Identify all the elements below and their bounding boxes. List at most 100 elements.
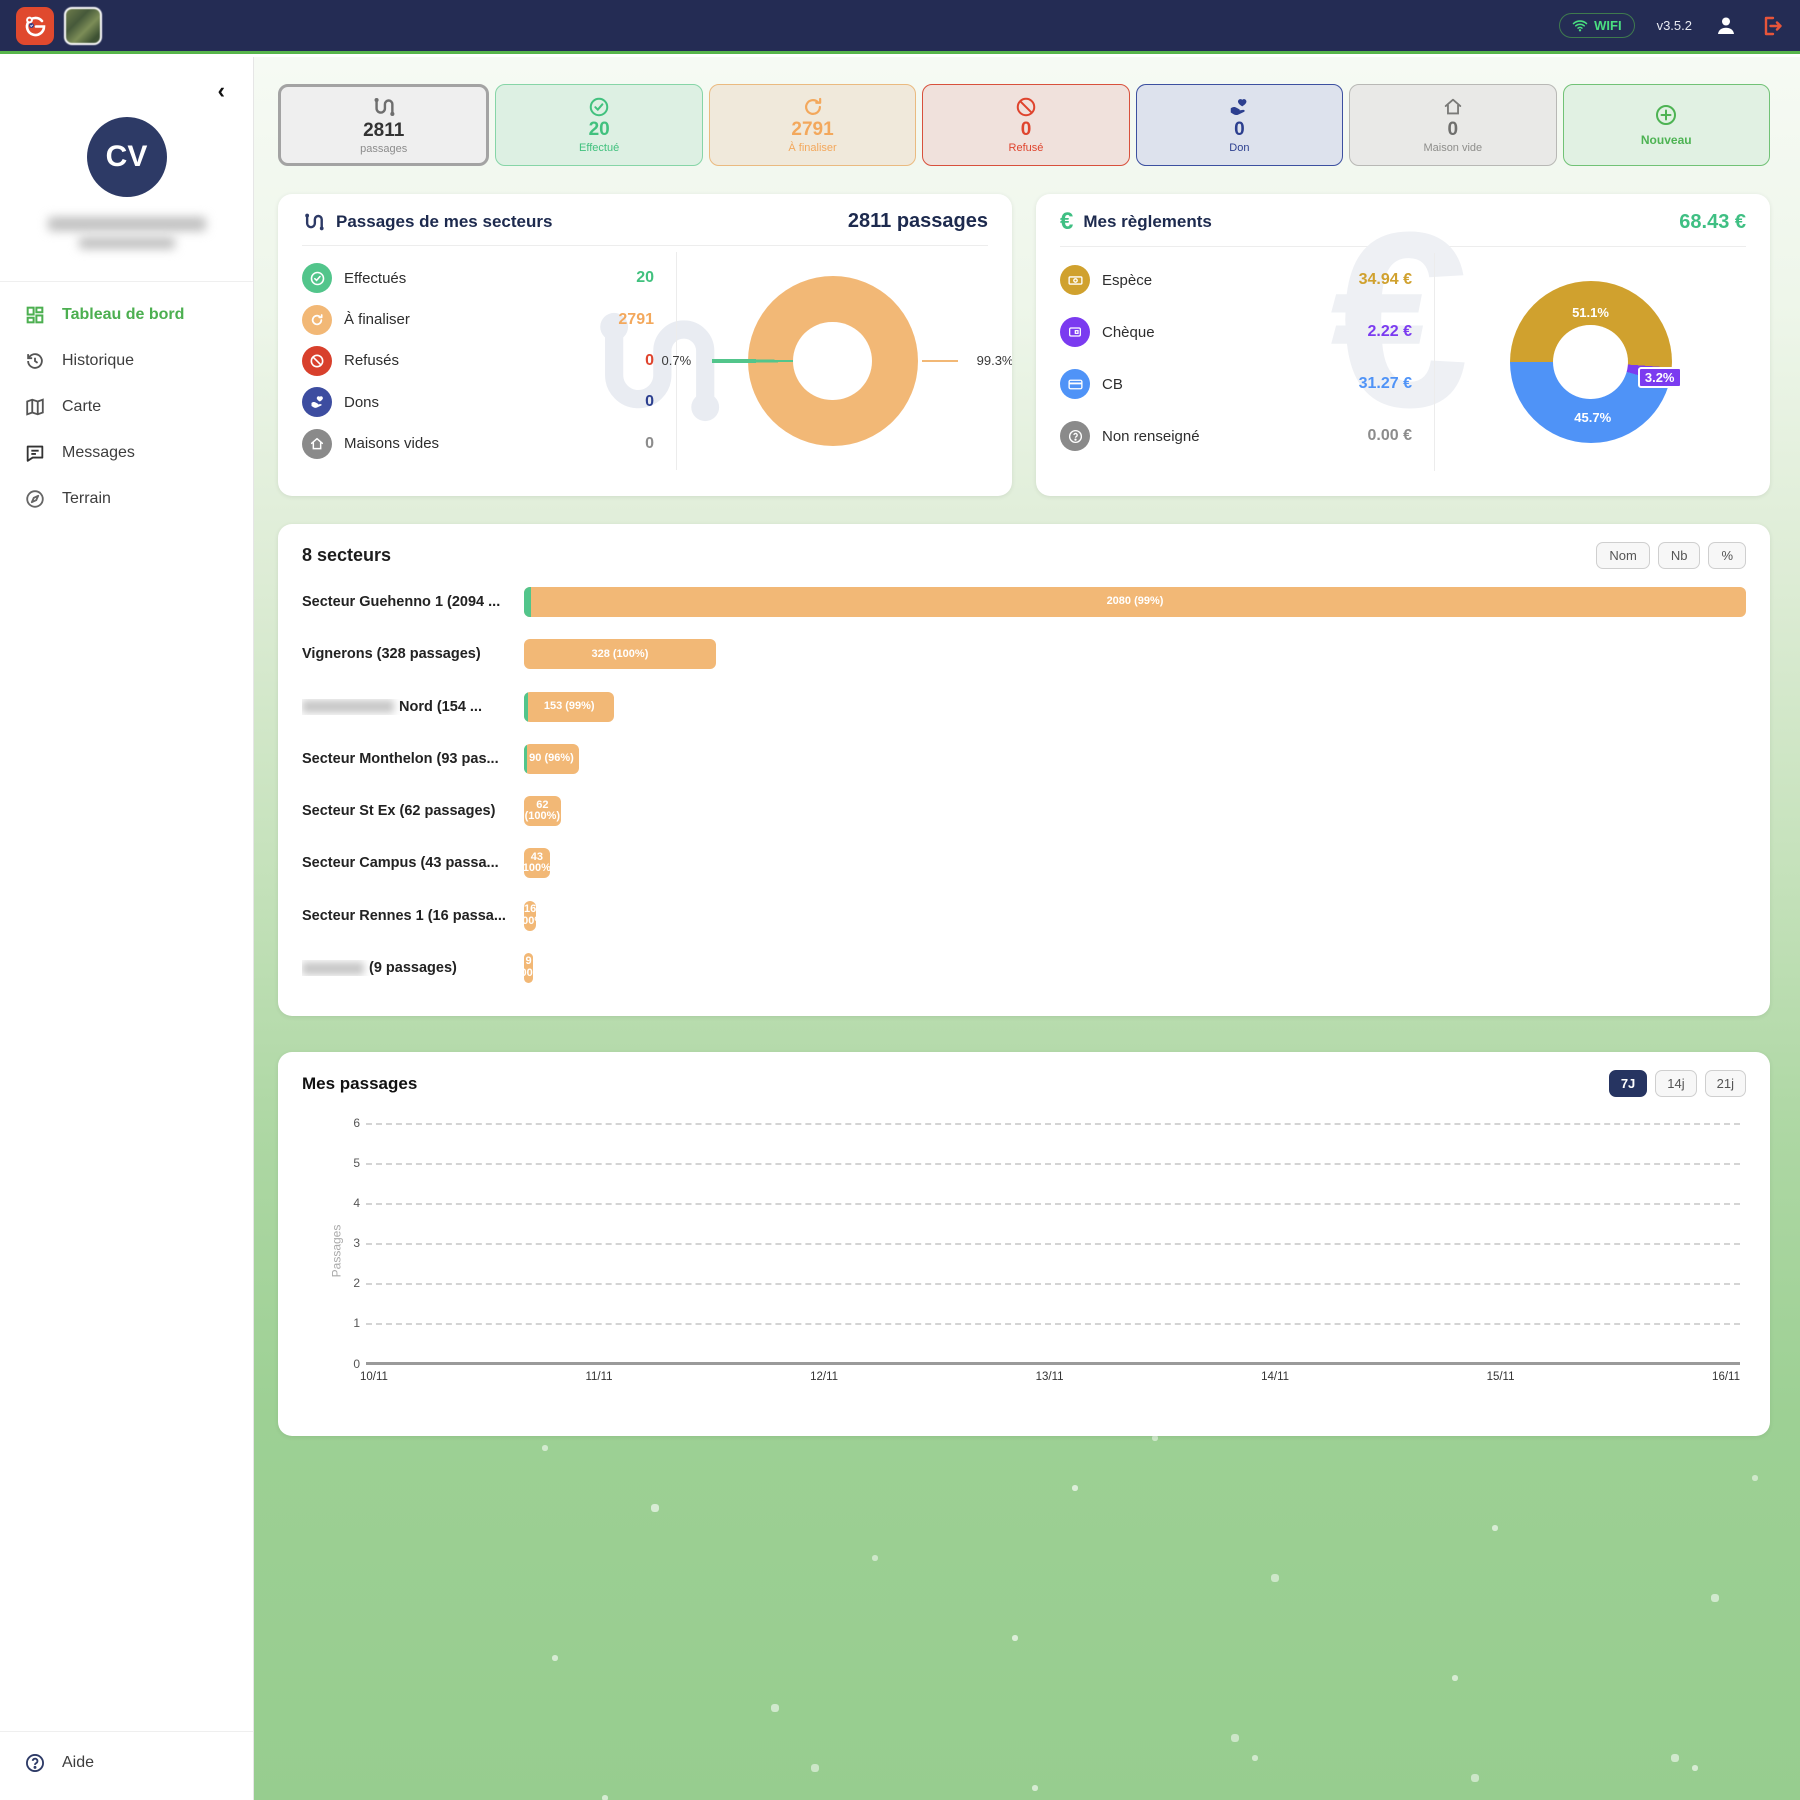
stat-card-a-finaliser[interactable]: 2791 À finaliser [709, 84, 916, 166]
x-tick: 10/11 [360, 1371, 388, 1383]
list-value: 0 [645, 435, 654, 453]
sector-row-vignerons[interactable]: Vignerons (328 passages) 328 (100%) [302, 637, 1746, 671]
sidebar-item-terrain[interactable]: Terrain [0, 476, 253, 522]
stat-card-passages[interactable]: 2811 passages [278, 84, 489, 166]
list-label: Non renseigné [1102, 428, 1356, 445]
campaign-photo-thumbnail[interactable] [64, 7, 102, 45]
app-logo-icon[interactable] [16, 7, 54, 45]
x-tick: 15/11 [1487, 1371, 1515, 1383]
sidebar-item-label: Tableau de bord [62, 306, 184, 324]
sidebar-item-tableau-de-bord[interactable]: Tableau de bord [0, 292, 253, 338]
block-icon [302, 346, 332, 376]
stat-card-refuse[interactable]: 0 Refusé [922, 84, 1129, 166]
sidebar-divider [0, 281, 253, 282]
sector-label: Secteur St Ex (62 passages) [302, 803, 514, 819]
list-label: Chèque [1102, 324, 1356, 341]
stat-value: 0 [1234, 120, 1245, 141]
sector-label: Secteur Rennes 1 (16 passa... [302, 908, 514, 924]
info-cards-row: Passages de mes secteurs 2811 passages E… [278, 194, 1770, 496]
stat-card-nouveau[interactable]: Nouveau [1563, 84, 1770, 166]
sector-row-redacted[interactable]: (9 passages) 9 (100%) [302, 951, 1746, 985]
stat-card-don[interactable]: 0 Don [1136, 84, 1343, 166]
stat-value: 2811 [363, 121, 404, 142]
sidebar-item-messages[interactable]: Messages [0, 430, 253, 476]
logout-icon[interactable] [1760, 14, 1784, 38]
euro-icon: € [1060, 210, 1073, 234]
stat-card-maison-vide[interactable]: 0 Maison vide [1349, 84, 1556, 166]
sector-label: Vignerons (328 passages) [302, 646, 514, 662]
stat-label: Don [1229, 142, 1249, 154]
sector-row-st-ex[interactable]: Secteur St Ex (62 passages) 62 (100%) [302, 794, 1746, 828]
user-avatar[interactable]: CV [87, 117, 167, 197]
passages-status-list: Effectués 20 À finaliser 2791 [302, 252, 677, 470]
reglements-total: 68.43 € [1679, 211, 1746, 234]
donation-hand-heart-icon [302, 387, 332, 417]
x-tick: 12/11 [810, 1371, 838, 1383]
home-icon [302, 429, 332, 459]
list-value: 31.27 € [1359, 375, 1412, 393]
list-item-non-renseigne: Non renseigné 0.00 € [1060, 421, 1412, 451]
dashboard-icon [24, 304, 46, 326]
sort-by-percent-button[interactable]: % [1708, 542, 1746, 569]
stat-card-effectue[interactable]: 20 Effectué [495, 84, 702, 166]
wifi-status-badge: WIFI [1559, 13, 1634, 38]
x-tick: 16/11 [1712, 1371, 1740, 1383]
list-label: Espèce [1102, 272, 1347, 289]
sidebar-collapse-button[interactable]: ‹ [212, 79, 231, 103]
reglements-donut-chart: 51.1% 3.2% 45.7% [1510, 281, 1672, 443]
passages-secteurs-card: Passages de mes secteurs 2811 passages E… [278, 194, 1012, 496]
list-item-maisons-vides: Maisons vides 0 [302, 429, 654, 459]
check-circle-icon [302, 263, 332, 293]
mes-passages-card: Mes passages 7J 14j 21j Passages 6 5 4 3… [278, 1052, 1770, 1436]
route-icon [302, 211, 326, 233]
list-item-cheque: Chèque 2.22 € [1060, 317, 1412, 347]
route-icon [371, 95, 397, 119]
sector-row-monthelon[interactable]: Secteur Monthelon (93 pas... 90 (96%) [302, 742, 1746, 776]
x-tick: 11/11 [585, 1371, 612, 1383]
sort-by-count-button[interactable]: Nb [1658, 542, 1701, 569]
stat-value: 2791 [791, 120, 833, 141]
user-name-redacted [0, 211, 253, 255]
sector-bar: 328 (100%) [524, 639, 716, 669]
donation-hand-heart-icon [1227, 96, 1251, 118]
stat-value: 0 [1448, 120, 1459, 141]
list-label: Refusés [344, 352, 633, 369]
sector-row-guehenno[interactable]: Secteur Guehenno 1 (2094 ... 2080 (99%) [302, 585, 1746, 619]
reglements-list: Espèce 34.94 € Chèque 2.22 € [1060, 253, 1435, 471]
y-tick: 4 [340, 1196, 360, 1210]
card-title: Passages de mes secteurs [336, 212, 838, 232]
wifi-icon [1572, 19, 1588, 32]
sector-row-nord[interactable]: Nord (154 ... 153 (99%) [302, 690, 1746, 724]
sector-bar: 62 (100%) [524, 796, 561, 826]
sector-row-rennes[interactable]: Secteur Rennes 1 (16 passa... 16 (100%) [302, 899, 1746, 933]
passages-donut-chart: 0.7% 99.3% [748, 276, 918, 446]
sort-by-name-button[interactable]: Nom [1596, 542, 1649, 569]
sector-bar: 153 (99%) [524, 692, 614, 722]
sector-label: Secteur Guehenno 1 (2094 ... [302, 594, 514, 610]
sidebar: ‹ CV Tableau de bord Historique Carte [0, 57, 254, 1800]
x-tick: 13/11 [1036, 1371, 1064, 1383]
passages-total: 2811 passages [848, 210, 988, 233]
user-account-icon[interactable] [1714, 14, 1738, 38]
redacted-text [302, 700, 394, 713]
range-14j-button[interactable]: 14j [1655, 1070, 1696, 1097]
check-circle-icon [588, 96, 610, 118]
range-21j-button[interactable]: 21j [1705, 1070, 1746, 1097]
sidebar-item-historique[interactable]: Historique [0, 338, 253, 384]
sidebar-item-carte[interactable]: Carte [0, 384, 253, 430]
list-label: Effectués [344, 270, 624, 287]
list-value: 20 [636, 269, 654, 287]
messages-icon [24, 442, 46, 464]
y-tick: 3 [340, 1236, 360, 1250]
sector-row-campus[interactable]: Secteur Campus (43 passa... 43 (100%) [302, 846, 1746, 880]
main-content: 2811 passages 20 Effectué 2791 À finalis… [254, 57, 1800, 1800]
sidebar-item-label: Terrain [62, 490, 111, 508]
reglements-card: € Mes règlements 68.43 € € Espèce 34.94 … [1036, 194, 1770, 496]
passages-line-chart: Passages 6 5 4 3 2 1 0 [366, 1123, 1740, 1365]
range-7j-button[interactable]: 7J [1609, 1070, 1647, 1097]
wifi-label: WIFI [1594, 18, 1621, 33]
sector-bar-label: 90 (96%) [524, 744, 579, 774]
reglements-donut-zone: 51.1% 3.2% 45.7% [1435, 253, 1746, 471]
sidebar-item-aide[interactable]: Aide [0, 1740, 253, 1786]
topbar-right: WIFI v3.5.2 [1559, 13, 1784, 38]
